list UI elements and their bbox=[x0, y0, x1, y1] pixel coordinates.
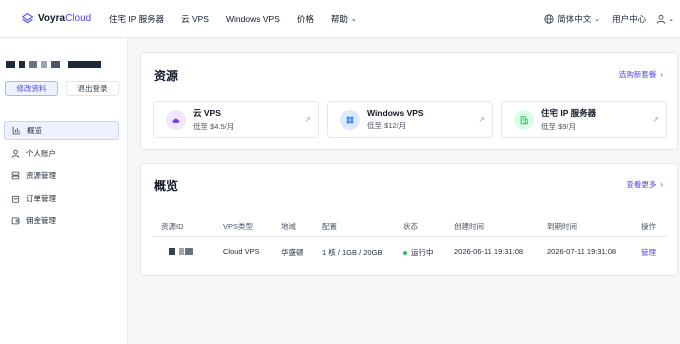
logo[interactable]: VoyraCloud bbox=[21, 12, 105, 25]
col-header-vps-type: VPS类型 bbox=[223, 222, 254, 231]
sidebar-item-label: 订单管理 bbox=[26, 193, 56, 203]
user-icon bbox=[11, 149, 20, 158]
sidebar-item-commission[interactable]: 佣金管理 bbox=[4, 211, 119, 230]
col-header-status: 状态 bbox=[403, 222, 418, 231]
cell-config: 1 核 / 1GB / 20GB bbox=[322, 248, 383, 257]
top-navbar: VoyraCloud 住宅 IP 服务器 云 VPS Windows VPS 价… bbox=[0, 0, 680, 38]
col-header-expires: 到期时间 bbox=[547, 222, 577, 231]
edit-profile-button[interactable]: 修改资料 bbox=[5, 81, 58, 96]
col-header-action: 操作 bbox=[641, 222, 656, 231]
arrow-up-right-icon: ↗ bbox=[304, 115, 311, 124]
main-nav: 住宅 IP 服务器 云 VPS Windows VPS 价格 帮助 ⌄ bbox=[109, 13, 374, 25]
cloud-icon bbox=[166, 109, 186, 130]
product-price: 低至 $9/月 bbox=[541, 122, 577, 131]
sidebar-item-account[interactable]: 个人账户 bbox=[4, 144, 119, 163]
buy-new-plan-label: 选购新套餐 bbox=[618, 70, 657, 79]
cell-status: 运行中 bbox=[403, 247, 434, 258]
sidebar: 修改资料 退出登录 概览 个人账户 资源管理 订单管理 佣金管理 bbox=[0, 39, 128, 344]
col-header-config: 配置 bbox=[322, 222, 337, 231]
cell-created: 2026-06-11 19:31:08 bbox=[454, 247, 524, 256]
nav-pricing[interactable]: 价格 bbox=[297, 13, 314, 25]
resource-id-redacted bbox=[169, 248, 197, 257]
sidebar-item-label: 概览 bbox=[27, 126, 42, 135]
product-name: 云 VPS bbox=[193, 108, 221, 118]
arrow-up-right-icon: ↗ bbox=[652, 115, 659, 124]
overview-card: 概览 查看更多 › 资源ID VPS类型 地域 配置 状态 创建时间 到期时间 操… bbox=[140, 163, 678, 276]
product-price: 低至 $4.5/月 bbox=[193, 122, 235, 131]
logo-icon bbox=[21, 12, 34, 24]
wallet-icon bbox=[11, 217, 20, 225]
logo-text: VoyraCloud bbox=[38, 13, 92, 24]
status-label: 运行中 bbox=[411, 248, 434, 257]
product-card-cloud-vps[interactable]: 云 VPS 低至 $4.5/月 ↗ bbox=[153, 101, 319, 138]
buy-new-plan-link[interactable]: 选购新套餐 › bbox=[619, 69, 663, 80]
chevron-right-icon: › bbox=[660, 180, 663, 189]
cell-region: 华盛顿 bbox=[281, 248, 304, 257]
cell-expires: 2026-07-11 19:31:08 bbox=[547, 247, 617, 256]
sidebar-item-resources[interactable]: 资源管理 bbox=[4, 166, 119, 185]
sidebar-item-orders[interactable]: 订单管理 bbox=[4, 189, 119, 208]
resources-title: 资源 bbox=[154, 69, 179, 83]
arrow-up-right-icon: ↗ bbox=[478, 115, 485, 124]
sidebar-item-label: 个人账户 bbox=[26, 148, 56, 158]
product-name: 住宅 IP 服务器 bbox=[541, 108, 597, 118]
view-more-link[interactable]: 查看更多 › bbox=[626, 179, 663, 190]
col-header-region: 地域 bbox=[281, 222, 296, 231]
chevron-down-icon: ⌄ bbox=[594, 15, 601, 23]
chevron-down-icon: ⌄ bbox=[350, 15, 357, 23]
nav-help-label: 帮助 bbox=[330, 13, 348, 24]
nav-windows-vps[interactable]: Windows VPS bbox=[226, 14, 280, 24]
server-icon bbox=[11, 171, 20, 180]
globe-icon bbox=[544, 13, 554, 24]
chevron-right-icon: › bbox=[660, 70, 663, 79]
nav-help[interactable]: 帮助 ⌄ bbox=[331, 13, 357, 25]
username-redacted bbox=[6, 60, 105, 68]
nav-residential-ip[interactable]: 住宅 IP 服务器 bbox=[109, 13, 164, 25]
user-center-link[interactable]: 用户中心 bbox=[612, 13, 646, 25]
product-card-windows-vps[interactable]: Windows VPS 低至 $12/月 ↗ bbox=[327, 101, 493, 138]
cell-vps-type: Cloud VPS bbox=[223, 247, 260, 256]
chart-icon bbox=[12, 126, 21, 135]
nav-right: 简体中文 ⌄ 用户中心 ⌄ bbox=[544, 13, 674, 25]
bag-icon bbox=[11, 195, 20, 203]
product-card-residential-ip[interactable]: 住宅 IP 服务器 低至 $9/月 ↗ bbox=[501, 101, 667, 138]
product-price: 低至 $12/月 bbox=[367, 121, 407, 130]
windows-icon bbox=[340, 109, 360, 130]
user-menu[interactable]: ⌄ bbox=[656, 14, 674, 24]
sidebar-item-label: 佣金管理 bbox=[26, 216, 56, 225]
manage-link[interactable]: 管理 bbox=[641, 247, 656, 258]
sidebar-menu: 概览 个人账户 资源管理 订单管理 佣金管理 bbox=[4, 121, 119, 234]
col-header-created: 创建时间 bbox=[454, 222, 484, 231]
table-divider bbox=[153, 236, 668, 237]
user-icon bbox=[656, 14, 666, 24]
language-label: 简体中文 bbox=[557, 13, 592, 24]
sidebar-item-label: 资源管理 bbox=[26, 171, 56, 180]
status-dot bbox=[403, 251, 407, 256]
logout-button[interactable]: 退出登录 bbox=[66, 81, 119, 96]
col-header-resource-id: 资源ID bbox=[161, 222, 184, 231]
chevron-down-icon: ⌄ bbox=[668, 15, 674, 23]
sidebar-item-overview[interactable]: 概览 bbox=[4, 121, 119, 140]
product-name: Windows VPS bbox=[367, 108, 424, 118]
profile-actions: 修改资料 退出登录 bbox=[5, 81, 119, 96]
language-selector[interactable]: 简体中文 ⌄ bbox=[544, 13, 600, 25]
building-icon bbox=[514, 109, 534, 130]
overview-title: 概览 bbox=[154, 179, 179, 193]
view-more-label: 查看更多 bbox=[626, 180, 657, 189]
nav-cloud-vps[interactable]: 云 VPS bbox=[181, 13, 209, 25]
resources-card: 资源 选购新套餐 › 云 VPS 低至 $4.5/月 ↗ Windows VPS … bbox=[140, 52, 678, 150]
